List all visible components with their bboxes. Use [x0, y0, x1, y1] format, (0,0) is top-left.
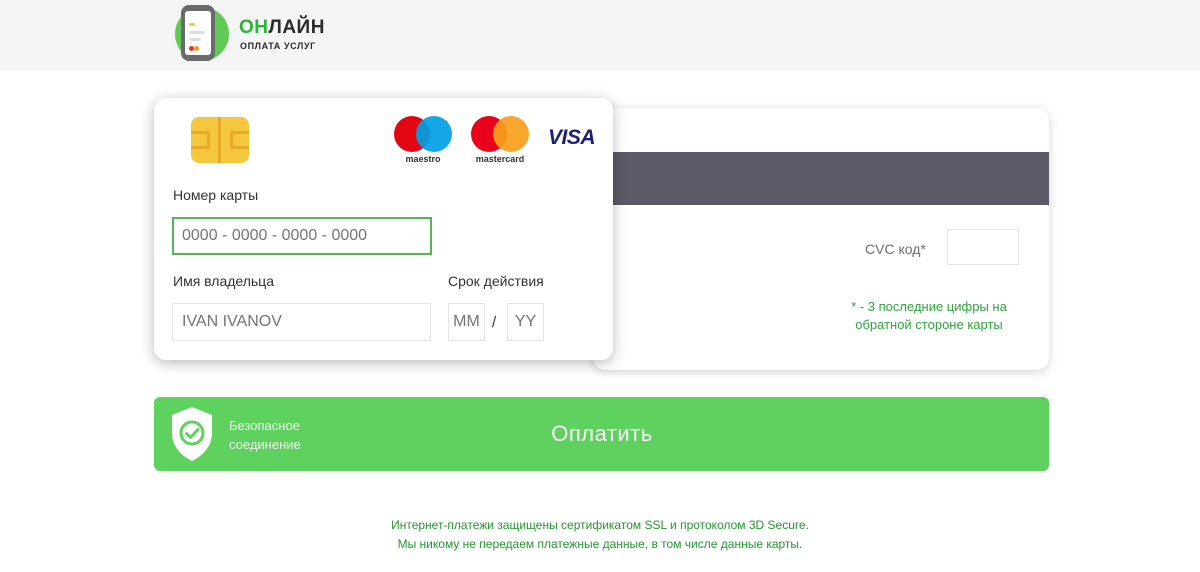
logo[interactable]: ОНЛАЙН ОПЛАТА УСЛУГ — [172, 5, 372, 65]
expiry-month-input[interactable] — [448, 303, 485, 341]
header-bar: ОНЛАЙН ОПЛАТА УСЛУГ — [0, 0, 1200, 70]
visa-logo: VISA — [548, 126, 596, 149]
logo-subtitle: ОПЛАТА УСЛУГ — [240, 41, 316, 51]
expiry-year-input[interactable] — [507, 303, 544, 341]
expiry-label: Срок действия — [448, 273, 544, 289]
magnetic-stripe — [593, 152, 1049, 205]
phone-screen — [185, 11, 211, 55]
holder-label: Имя владельца — [173, 273, 274, 289]
shield-check-icon — [172, 407, 212, 461]
cvc-note: * - 3 последние цифры на обратной сторон… — [851, 299, 1007, 332]
logo-title: ОНЛАЙН — [239, 17, 325, 38]
pay-button[interactable]: Оплатить — [454, 397, 750, 471]
mastercard-logo: mastercard — [471, 116, 533, 166]
cvc-label: CVC код* — [865, 241, 926, 257]
card-back: CVC код* * - 3 последние цифры на обратн… — [593, 108, 1049, 370]
pay-bar: Безопасное соединение Оплатить — [154, 397, 1049, 471]
chip-icon — [191, 117, 249, 163]
holder-input[interactable] — [172, 303, 431, 341]
card-number-label: Номер карты — [173, 187, 259, 203]
card-number-input[interactable] — [172, 217, 432, 255]
maestro-logo: maestro — [394, 116, 456, 166]
security-notice: Интернет-платежи защищены сертификатом S… — [391, 518, 809, 551]
expiry-separator: / — [492, 314, 497, 331]
secure-connection-text: Безопасное соединение — [229, 418, 301, 452]
card-front: maestro mastercard VISA Номер карты Имя … — [154, 98, 613, 360]
cvc-input[interactable] — [947, 229, 1019, 265]
